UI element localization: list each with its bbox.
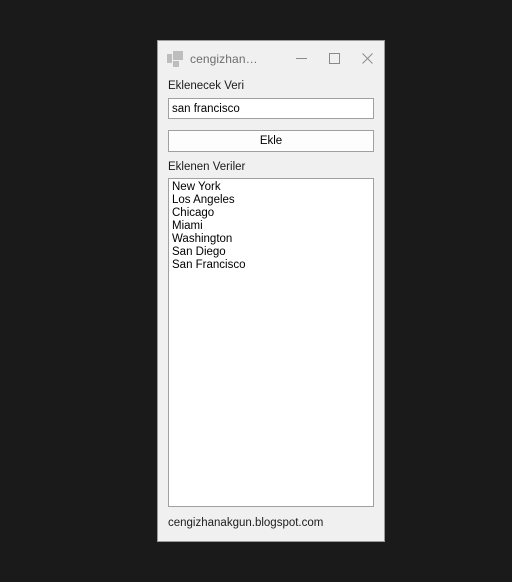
app-grid-icon [167,50,183,67]
list-item[interactable]: Washington [169,233,373,246]
list-item[interactable]: Chicago [169,207,373,220]
close-button[interactable] [351,42,384,76]
data-input-field[interactable] [168,98,374,119]
list-item[interactable]: Miami [169,220,373,233]
application-window: cengizhan… Eklenecek Veri Ekle Eklenen V… [157,40,385,542]
close-icon [362,53,373,64]
list-label: Eklenen Veriler [168,161,246,173]
list-item[interactable]: San Diego [169,246,373,259]
client-area: Eklenecek Veri Ekle Eklenen Veriler New … [158,76,384,541]
maximize-icon [329,53,340,64]
title-bar[interactable]: cengizhan… [158,41,384,76]
add-button[interactable]: Ekle [168,130,374,152]
maximize-button[interactable] [318,42,351,76]
minimize-button[interactable] [285,42,318,76]
list-item[interactable]: New York [169,181,373,194]
list-item[interactable]: San Francisco [169,259,373,272]
input-field-label: Eklenecek Veri [168,80,245,92]
list-item[interactable]: Los Angeles [169,194,373,207]
data-listbox[interactable]: New York Los Angeles Chicago Miami Washi… [168,178,374,507]
window-title: cengizhan… [190,51,258,66]
footer-note: cengizhanakgun.blogspot.com [168,517,324,529]
minimize-icon [296,58,307,59]
